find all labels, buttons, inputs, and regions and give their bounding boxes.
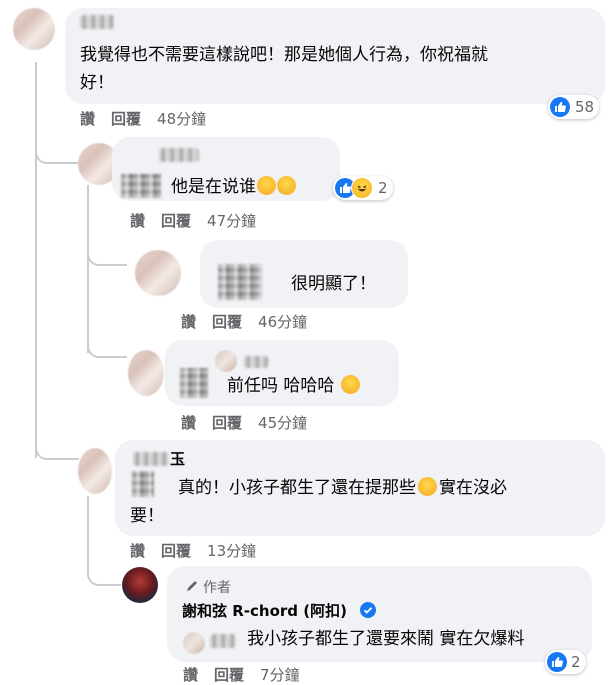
mention-tag[interactable]	[121, 174, 161, 198]
author-name[interactable]: 謝和弦 R-chord (阿扣)	[182, 600, 347, 621]
thread-connector	[87, 334, 127, 358]
comment-actions: 讚回覆 45分鐘	[181, 412, 323, 433]
like-button[interactable]: 讚	[181, 414, 196, 432]
mention-tag[interactable]	[210, 634, 236, 648]
comment-actions: 讚回覆 47分鐘	[130, 210, 272, 231]
thread-connector	[35, 140, 79, 164]
comment-text: 前任吗 哈哈哈	[227, 373, 360, 399]
like-button[interactable]: 讚	[181, 313, 196, 331]
commenter-name[interactable]	[218, 264, 262, 300]
like-button[interactable]: 讚	[130, 212, 145, 230]
reply-button[interactable]: 回覆	[214, 666, 244, 684]
timestamp[interactable]: 7分鐘	[260, 666, 300, 684]
pencil-icon	[185, 578, 199, 592]
mention-tag[interactable]	[180, 368, 208, 398]
avatar[interactable]	[128, 350, 164, 396]
avatar[interactable]	[135, 250, 181, 296]
thread-line-sub	[87, 185, 89, 353]
rofl-emoji-icon	[257, 176, 276, 195]
rofl-emoji-icon	[277, 176, 296, 195]
comment-text: 要！	[130, 506, 164, 526]
relieved-emoji-icon	[418, 477, 437, 496]
like-button[interactable]: 讚	[80, 110, 95, 128]
author-badge: 作者	[203, 580, 231, 596]
comment-actions: 讚回覆 13分鐘	[130, 540, 272, 561]
reaction-summary[interactable]: 2	[333, 176, 393, 200]
reply-button[interactable]: 回覆	[111, 110, 141, 128]
comment-text: 他是在说谁	[171, 174, 296, 200]
reaction-summary[interactable]: 2	[545, 650, 586, 674]
thread-connector	[87, 548, 121, 586]
thread-connector	[35, 436, 79, 460]
thread-line-main	[35, 62, 37, 458]
avatar[interactable]	[215, 350, 237, 372]
commenter-name[interactable]	[80, 15, 114, 29]
comment-actions: 讚回覆 48分鐘	[80, 108, 222, 129]
mention-tag[interactable]	[132, 471, 154, 497]
reaction-count: 2	[571, 653, 581, 671]
like-icon	[547, 652, 567, 672]
timestamp[interactable]: 48分鐘	[157, 110, 206, 128]
comment-text: 真的！小孩子都生了還在提那些 實在沒必	[178, 477, 507, 498]
commenter-name[interactable]	[159, 148, 199, 162]
comment-actions: 讚回覆 46分鐘	[181, 311, 323, 332]
timestamp[interactable]: 13分鐘	[207, 542, 256, 560]
reply-button[interactable]: 回覆	[212, 414, 242, 432]
timestamp[interactable]: 46分鐘	[258, 313, 307, 331]
avatar[interactable]	[78, 448, 112, 494]
commenter-name-fragment[interactable]: 玉	[170, 446, 185, 472]
reaction-summary[interactable]: 58	[548, 95, 600, 119]
thread-connector	[87, 242, 127, 266]
reaction-count: 58	[575, 98, 595, 116]
author-avatar[interactable]	[122, 567, 158, 603]
avatar[interactable]	[183, 632, 205, 654]
like-button[interactable]: 讚	[130, 542, 145, 560]
reply-button[interactable]: 回覆	[161, 212, 191, 230]
verified-badge-icon	[360, 602, 376, 618]
rofl-emoji-icon	[340, 375, 360, 394]
comment-text: 很明顯了！	[291, 274, 376, 294]
comment-actions: 讚回覆 7分鐘	[183, 664, 316, 685]
reply-button[interactable]: 回覆	[212, 313, 242, 331]
commenter-name[interactable]	[133, 452, 169, 466]
avatar[interactable]	[13, 8, 55, 50]
comment-text: 我小孩子都生了還要來鬧 實在欠爆料	[247, 629, 525, 649]
timestamp[interactable]: 45分鐘	[258, 414, 307, 432]
comment-text: 我覺得也不需要這樣說吧！那是她個人行為，你祝福就	[80, 45, 488, 65]
haha-icon	[351, 177, 373, 199]
like-button[interactable]: 讚	[183, 666, 198, 684]
like-icon	[550, 97, 570, 117]
comment-text: 好！	[80, 73, 114, 93]
reply-button[interactable]: 回覆	[161, 542, 191, 560]
reaction-count: 2	[378, 179, 388, 197]
commenter-name[interactable]	[244, 356, 268, 368]
timestamp[interactable]: 47分鐘	[207, 212, 256, 230]
